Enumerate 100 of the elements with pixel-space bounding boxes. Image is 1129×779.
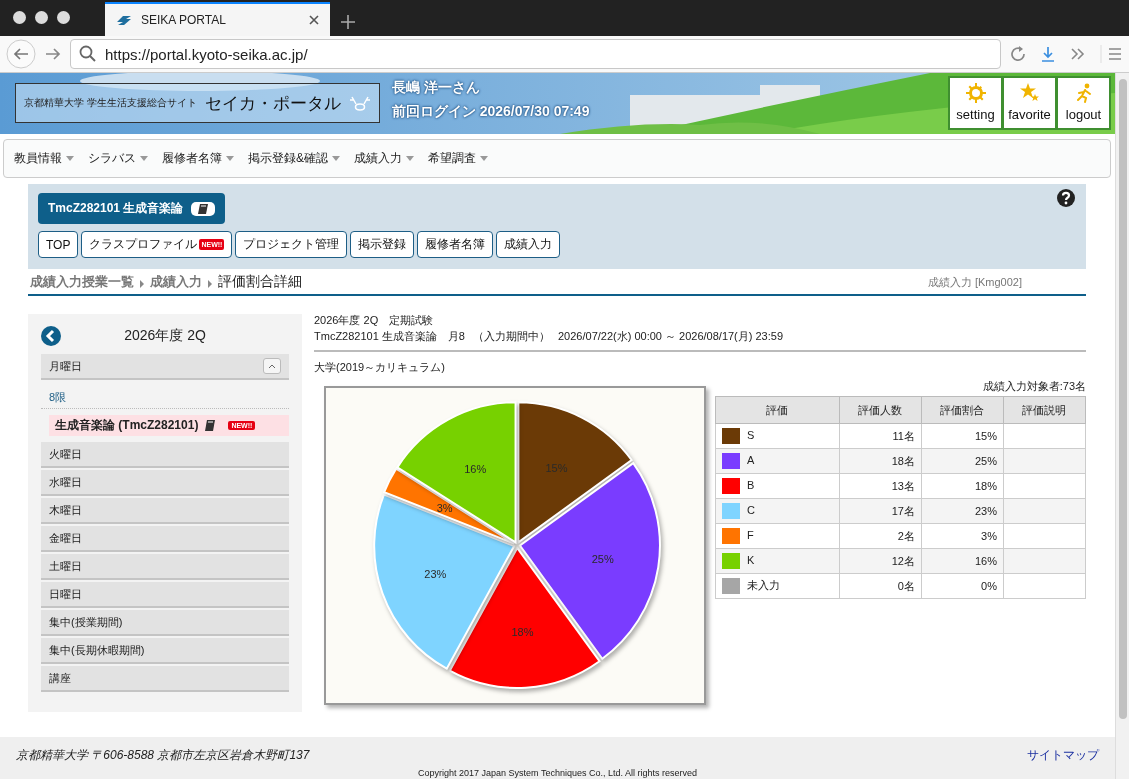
grade-label: 未入力 [747,578,780,591]
day-header[interactable]: 講座 [41,666,289,692]
url-text: https://portal.kyoto-seika.ac.jp/ [105,45,308,63]
column-header: 評価 [715,396,840,424]
course-tab[interactable]: TOP [38,231,79,258]
browser-tab[interactable]: SEIKA PORTAL [105,2,330,36]
course-name: TmcZ282101 生成音楽論 月8 [314,329,465,344]
table-cell: 18% [921,473,1004,499]
separator-icon [208,279,212,288]
back-icon[interactable] [41,326,61,346]
table-cell: 15% [921,423,1004,449]
column-header: 評価説明 [1003,396,1086,424]
course-tab[interactable]: 成績入力 [496,231,561,258]
table-cell: 23% [921,498,1004,524]
caret-icon [226,156,234,161]
site-logo[interactable]: 京都精華大学 学生生活支援総合サイト セイカ・ポータル [15,83,380,123]
new-tab-icon[interactable] [340,14,356,30]
menu-item[interactable]: 成績入力 [354,150,414,167]
day-header[interactable]: 金曜日 [41,526,289,552]
target-count: 成績入力対象者:73名 [981,379,1086,394]
logout-button[interactable]: logout [1058,78,1109,128]
window-control[interactable] [57,11,70,24]
grade-label: B [747,478,755,491]
setting-button[interactable]: setting [950,78,1001,128]
slice-label: 3% [436,502,453,515]
help-icon[interactable] [1057,189,1075,207]
window-control[interactable] [13,11,26,24]
menu-item[interactable]: 履修者名簿 [162,150,234,167]
menu-item[interactable]: シラバス [88,150,148,167]
menu-icon[interactable] [1099,45,1123,63]
sitemap-link[interactable]: サイトマップ [1027,747,1099,764]
day-header[interactable]: 火曜日 [41,442,289,468]
stars-icon [1019,83,1040,103]
slice-label: 16% [464,462,487,475]
gear-icon [965,83,986,103]
caret-icon [66,156,74,161]
tab-title: SEIKA PORTAL [141,13,227,27]
slice-label: 25% [591,552,614,565]
chevron-icon [268,363,276,369]
slice-label: 18% [511,625,534,638]
day-header[interactable]: 集中(長期休暇期間) [41,638,289,664]
term-title: 2026年度 2Q [123,327,207,345]
day-header[interactable]: 月曜日 [41,354,289,380]
page-title: 評価割合詳細 [218,273,302,291]
course-tab[interactable]: 掲示登録 [350,231,415,258]
grade-label: C [747,503,755,516]
table-cell: 13名 [839,473,922,499]
reload-icon[interactable] [1009,45,1027,63]
day-header[interactable]: 集中(授業期間) [41,610,289,636]
logo-subtitle: 京都精華大学 学生生活支援総合サイト [24,96,197,110]
table-cell: 12名 [839,548,922,574]
grade-label: S [747,428,755,441]
day-header[interactable]: 日曜日 [41,582,289,608]
close-icon[interactable] [308,14,320,26]
day-header[interactable]: 木曜日 [41,498,289,524]
table-cell: 25% [921,448,1004,474]
menu-item[interactable]: 教員情報 [14,150,74,167]
breadcrumb-link[interactable]: 成績入力 [150,273,202,291]
caret-icon [480,156,488,161]
caret-icon [140,156,148,161]
site-logo-icon [115,13,133,27]
collapse-button[interactable] [263,358,281,374]
table-cell: 18名 [839,448,922,474]
search-icon [79,45,97,63]
table-cell: 11名 [839,423,922,449]
period-label: 8限 [41,382,289,409]
caret-icon [332,156,340,161]
address-bar[interactable]: https://portal.kyoto-seika.ac.jp/ [70,39,1001,69]
menu-item[interactable]: 希望調査 [428,150,488,167]
curriculum: 大学(2019～カリキュラム) [314,360,446,375]
caret-icon [406,156,414,161]
grade-label: K [747,553,755,566]
table-cell: 3% [921,523,1004,549]
menu-item[interactable]: 掲示登録&確認 [248,150,340,167]
book-icon [197,202,210,215]
course-title[interactable]: TmcZ282101 生成音楽論 [38,193,226,224]
column-header: 評価人数 [839,396,922,424]
logo-title: セイカ・ポータル [204,92,341,115]
day-header[interactable]: 土曜日 [41,554,289,580]
table-cell: 17名 [839,498,922,524]
breadcrumb-link[interactable]: 成績入力授業一覧 [30,273,134,291]
address: 京都精華大学 〒606-8588 京都市左京区岩倉木野町137 [16,747,310,764]
input-status: （入力期間中） [473,329,550,344]
grade-label: F [747,528,754,541]
favorite-button[interactable]: favorite [1004,78,1055,128]
scrollbar[interactable] [1115,73,1129,779]
course-tab[interactable]: プロジェクト管理 [235,231,348,258]
course-tab[interactable]: 履修者名簿 [417,231,494,258]
user-name: 長嶋 洋一さん [391,79,481,97]
table-cell: 16% [921,548,1004,574]
window-control[interactable] [35,11,48,24]
exam-term: 2026年度 2Q 定期試験 [314,313,435,328]
download-icon[interactable] [1039,45,1057,63]
table-cell: 0名 [839,573,922,599]
table-cell: 2名 [839,523,922,549]
book-icon [204,419,217,432]
day-header[interactable]: 水曜日 [41,470,289,496]
separator-icon [140,279,144,288]
copyright: Copyright 2017 Japan System Techniques Co., Ltd. All rights reserved [417,768,698,778]
grade-label: A [747,453,755,466]
